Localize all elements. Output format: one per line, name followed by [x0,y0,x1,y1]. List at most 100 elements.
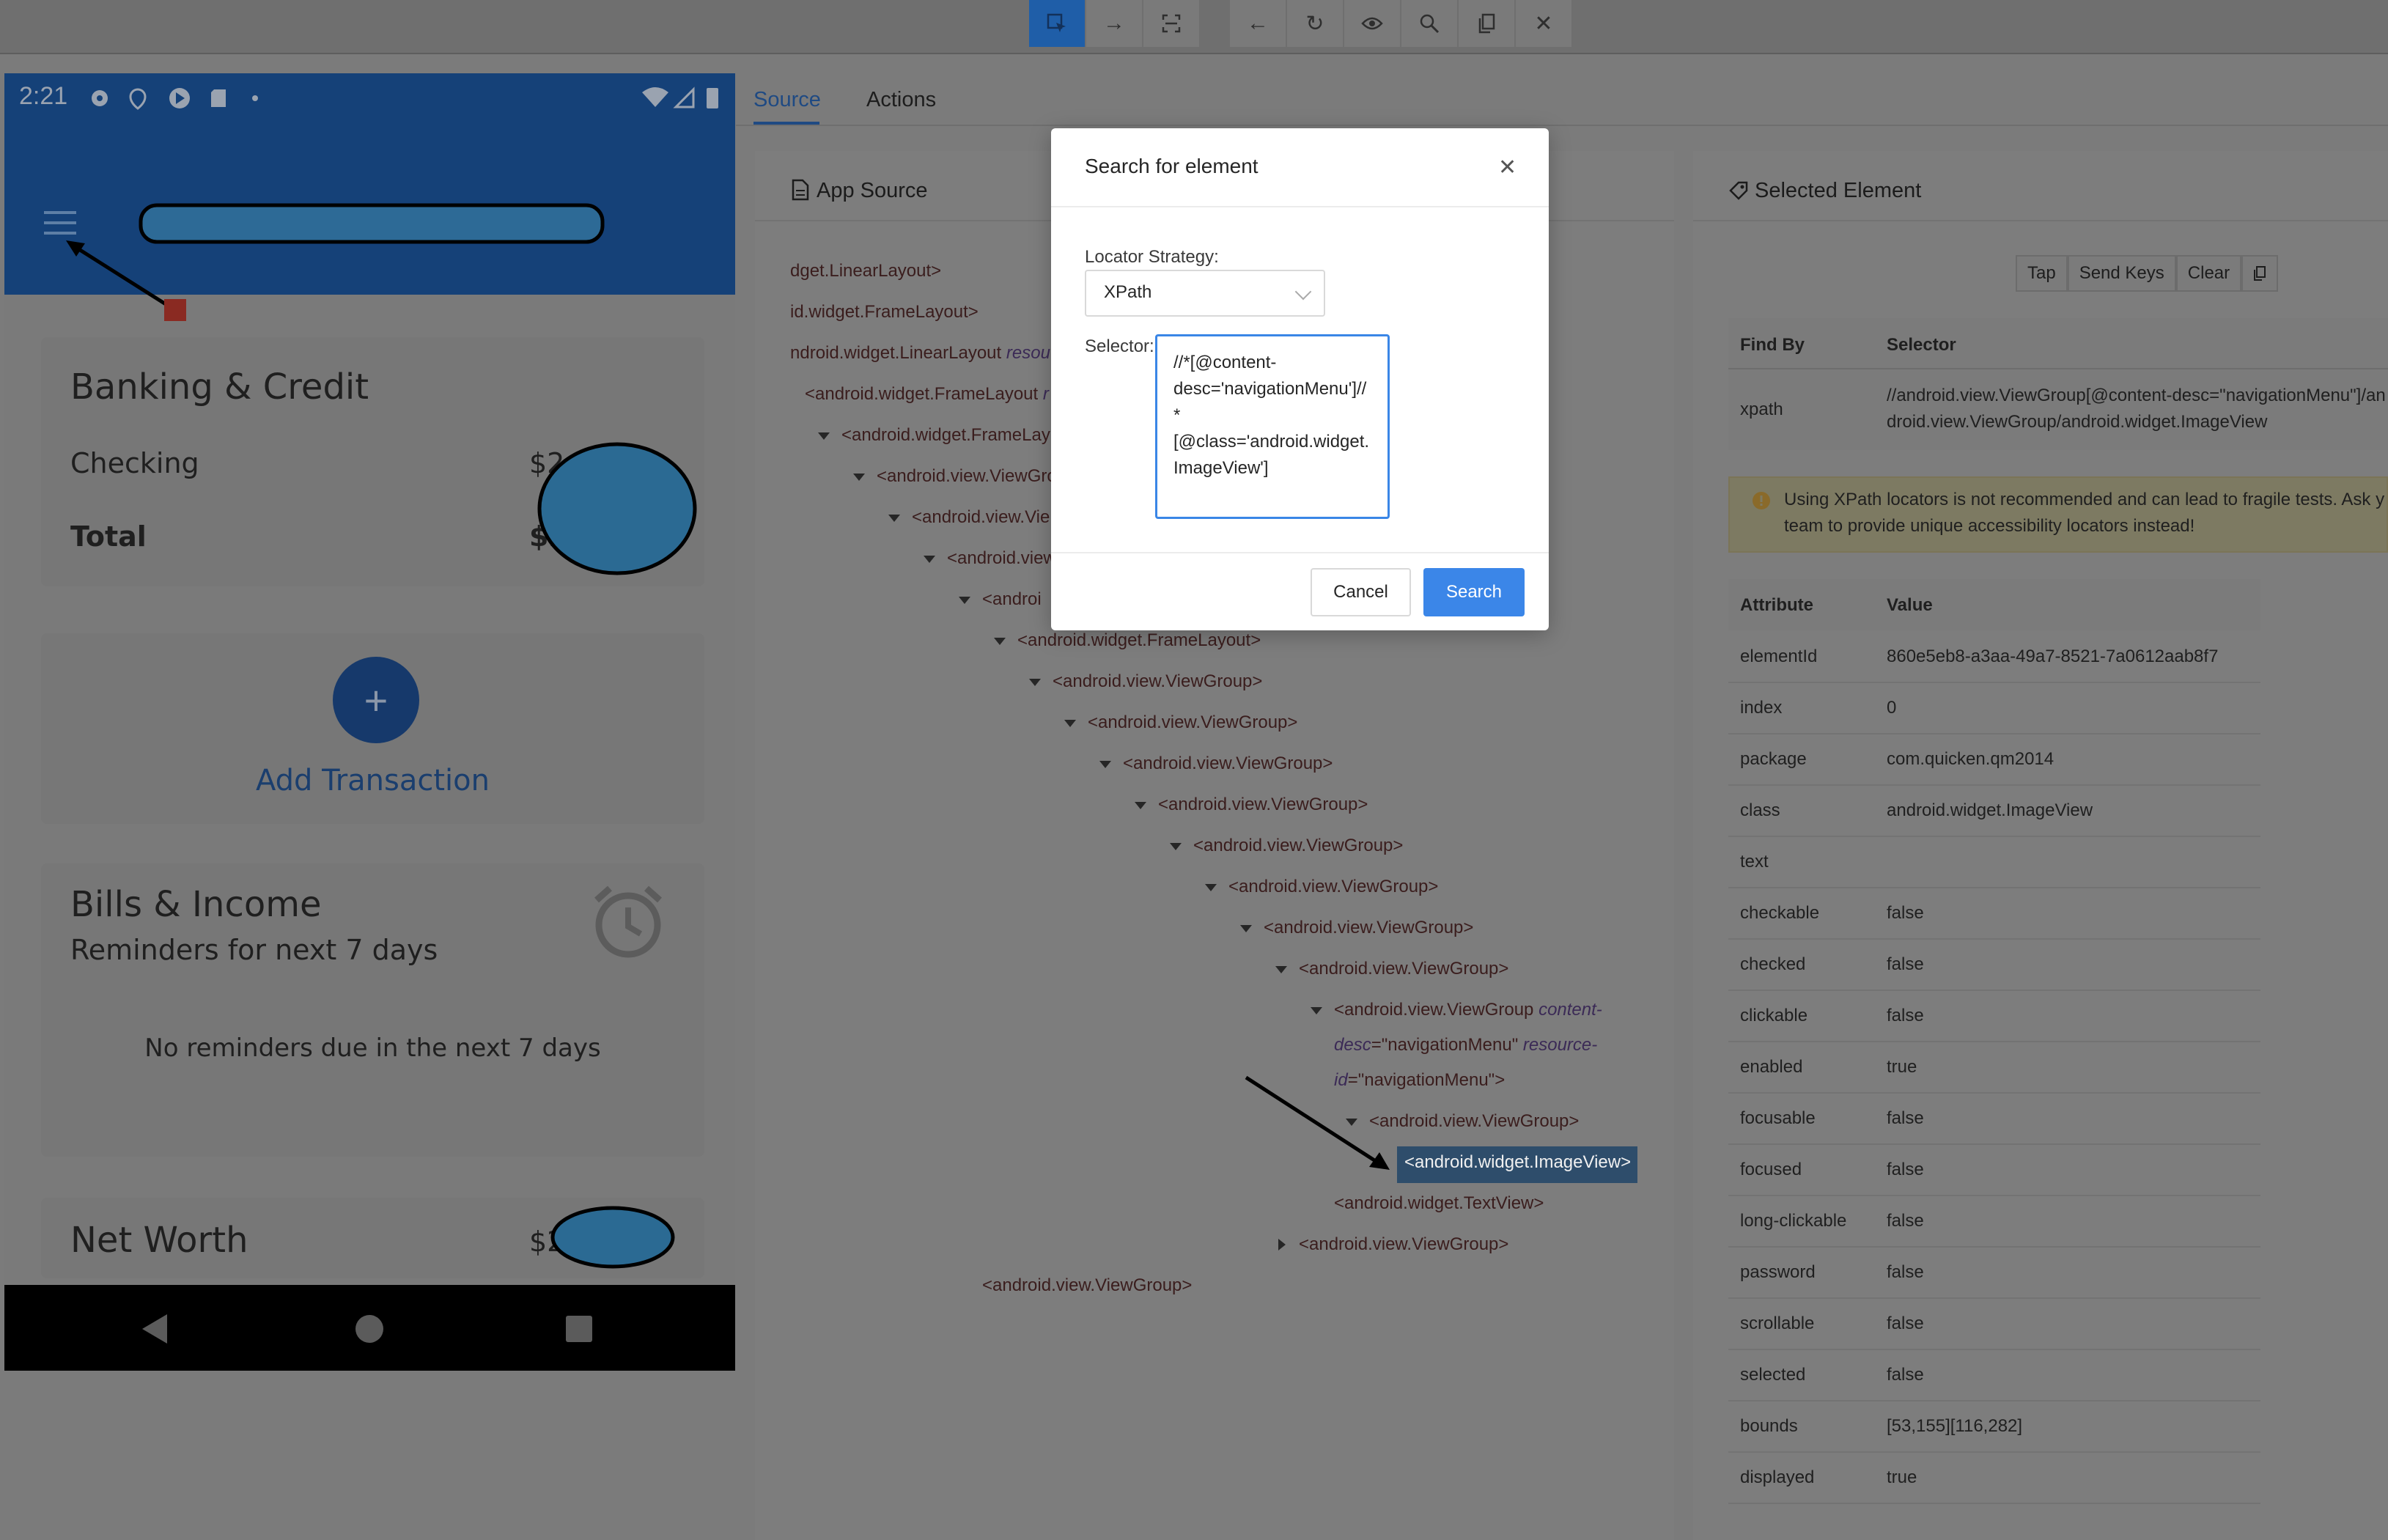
tree-node[interactable]: <android.view.ViewGroup> [1123,754,1333,774]
tree-node[interactable]: <android.view.ViewGroup content- [1334,1000,1602,1020]
selected-tree-node[interactable]: <android.widget.ImageView> [1404,1152,1631,1173]
attribute-value[interactable]: false [1887,1160,1924,1180]
eye-icon[interactable] [1344,0,1400,47]
close-session-icon[interactable]: ✕ [1516,0,1571,47]
caret-down-icon[interactable] [1275,966,1287,973]
tree-node[interactable]: <android.view.Vie [912,507,1050,528]
caret-down-icon[interactable] [888,515,900,522]
tree-node[interactable]: <android.view.ViewGroup> [1158,795,1368,815]
back-icon[interactable]: ← [1230,0,1286,47]
selector-value-line2[interactable]: droid.view.ViewGroup/android.widget.Imag… [1887,412,2267,432]
warning-icon [1753,492,1770,509]
tree-node[interactable]: <android.view.ViewGro [877,466,1057,487]
tree-node[interactable]: <android.view.ViewGroup> [1088,712,1297,733]
selector-header: Selector [1887,335,1956,355]
find-by-header: Find By [1740,335,1805,355]
row-divider [1728,938,2260,940]
tree-node[interactable]: <android.view.ViewGroup> [982,1275,1192,1296]
tree-node[interactable]: <androi [982,589,1042,610]
tab-source[interactable]: Source [753,88,821,112]
row-divider [1728,1503,2260,1504]
caret-down-icon[interactable] [1099,761,1111,768]
caret-down-icon[interactable] [1311,1007,1322,1014]
attribute-value[interactable]: true [1887,1057,1917,1077]
tree-node[interactable]: <android.widget.FrameLay [841,425,1050,446]
attribute-value[interactable]: 0 [1887,698,1896,718]
tree-node[interactable]: desc="navigationMenu" resource- [1334,1035,1597,1055]
send-keys-button[interactable]: Send Keys [2067,255,2176,292]
attribute-value[interactable]: true [1887,1467,1917,1488]
tree-node[interactable]: <android.widget.TextView> [1334,1193,1544,1214]
alarm-clock-icon [594,885,662,958]
selector-input[interactable]: //*[@content-desc='navigationMenu']//*[@… [1155,334,1390,519]
attribute-value[interactable]: false [1887,1108,1924,1129]
search-button[interactable]: Search [1423,568,1525,616]
caret-down-icon[interactable] [1135,802,1146,809]
add-icon[interactable]: + [333,657,419,743]
attribute-value[interactable]: false [1887,903,1924,924]
tree-node[interactable]: <android.view.ViewGroup> [1228,877,1438,897]
copy-attributes-icon[interactable] [2241,255,2279,292]
caret-down-icon[interactable] [994,638,1006,645]
copy-icon[interactable] [1459,0,1514,47]
cancel-button[interactable]: Cancel [1311,568,1411,616]
tree-node[interactable]: <android.view.ViewGroup> [1193,836,1403,856]
add-transaction-card[interactable]: + Add Transaction [41,633,704,824]
attribute-value[interactable]: false [1887,1365,1924,1385]
attribute-value[interactable]: false [1887,1211,1924,1231]
hamburger-menu-icon[interactable] [44,210,79,236]
tree-node[interactable]: <android.view.ViewGroup> [1369,1111,1579,1132]
tap-coordinates-icon[interactable] [1143,0,1199,47]
refresh-icon[interactable]: ↻ [1287,0,1343,47]
caret-down-icon[interactable] [924,556,935,563]
caret-down-icon[interactable] [1240,925,1252,932]
attribute-value[interactable]: android.widget.ImageView [1887,800,2093,821]
select-element-icon[interactable] [1029,0,1085,47]
attribute-value[interactable]: false [1887,954,1924,975]
tree-node[interactable]: <android.widget.FrameLayout> [1017,630,1261,651]
caret-down-icon[interactable] [1029,679,1041,686]
nav-home-icon[interactable] [353,1313,386,1345]
tree-node[interactable]: <android.view.ViewGroup> [1299,1234,1508,1255]
tree-node[interactable]: <android.view.ViewGroup> [1299,959,1508,979]
tree-node[interactable]: ndroid.widget.LinearLayout resou [790,343,1050,364]
caret-down-icon[interactable] [818,432,830,440]
selector-value-line1[interactable]: //android.view.ViewGroup[@content-desc="… [1887,386,2386,406]
caret-down-icon[interactable] [1205,884,1217,891]
attribute-value[interactable]: [53,155][116,282] [1887,1416,2022,1437]
nav-recents-icon[interactable] [564,1314,594,1344]
banking-card[interactable]: Banking & Credit Checking $2 Total $2 [41,337,704,586]
caret-down-icon[interactable] [1170,843,1182,850]
tree-node[interactable]: <android.view.ViewGroup> [1053,671,1262,692]
caret-down-icon[interactable] [1064,720,1076,727]
tree-node[interactable]: <android.view [947,548,1056,569]
tree-node[interactable]: <android.view.ViewGroup> [1264,918,1473,938]
caret-down-icon[interactable] [853,474,865,481]
tree-node[interactable]: dget.LinearLayout> [790,261,941,281]
tab-actions[interactable]: Actions [866,88,936,112]
attribute-value[interactable]: false [1887,1314,1924,1334]
attribute-value[interactable]: com.quicken.qm2014 [1887,749,2054,770]
caret-down-icon[interactable] [959,597,970,604]
row-divider [1728,1041,2260,1042]
net-worth-card[interactable]: Net Worth $2 [41,1198,704,1278]
attribute-value[interactable]: false [1887,1006,1924,1026]
attribute-value[interactable]: false [1887,1262,1924,1283]
tree-node[interactable]: id.widget.FrameLayout> [790,302,979,323]
search-icon[interactable] [1401,0,1457,47]
tap-button[interactable]: Tap [2016,255,2068,292]
attribute-name: clickable [1740,1006,1808,1025]
locator-strategy-select[interactable]: XPath [1085,270,1325,317]
caret-right-icon[interactable] [1278,1239,1286,1250]
toolbar-group-app: ← ↻ ✕ [1230,0,1571,47]
attribute-value[interactable]: 860e5eb8-a3aa-49a7-8521-7a0612aab8f7 [1887,646,2218,667]
add-transaction-label[interactable]: Add Transaction [41,764,704,797]
tree-node[interactable]: <android.widget.FrameLayout r [805,384,1049,405]
close-icon[interactable]: ✕ [1498,155,1517,180]
clear-button[interactable]: Clear [2175,255,2242,292]
row-divider [1728,836,2260,837]
nav-back-icon[interactable] [141,1313,170,1345]
bills-card[interactable]: Bills & Income Reminders for next 7 days… [41,863,704,1157]
swipe-icon[interactable]: → [1086,0,1142,47]
locator-strategy-value: XPath [1104,282,1152,302]
